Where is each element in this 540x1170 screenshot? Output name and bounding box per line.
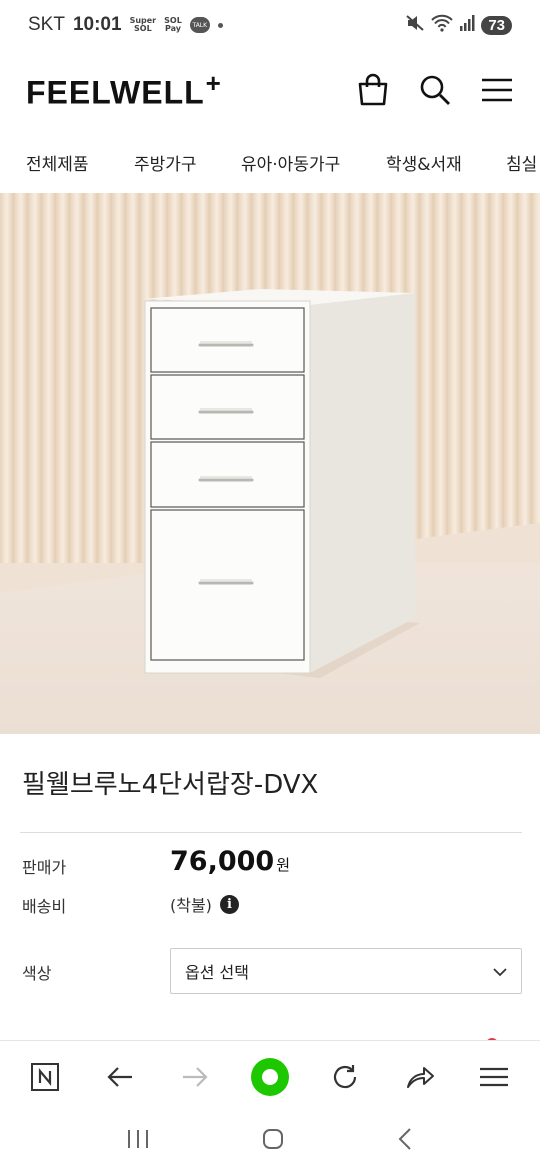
kakaotalk-icon: TALK (189, 17, 210, 33)
status-bar: SKT 10:01 Super SOL SOL Pay TALK 73 (0, 0, 540, 50)
naver-n-icon[interactable] (20, 1052, 70, 1102)
status-left: SKT 10:01 Super SOL SOL Pay TALK (28, 14, 223, 36)
back-icon[interactable] (396, 1127, 414, 1155)
search-icon[interactable] (418, 73, 452, 107)
logo-text: FEELWELL (26, 74, 205, 111)
sol-pay-icon: SOL Pay (164, 16, 182, 33)
share-icon[interactable] (395, 1052, 445, 1102)
menu-icon[interactable] (480, 73, 514, 107)
product-image[interactable] (0, 193, 540, 734)
site-header: FEELWELL+ (0, 60, 540, 120)
category-bedroom[interactable]: 침실 (506, 150, 537, 175)
logo-plus: + (205, 68, 222, 99)
browser-menu-icon[interactable] (469, 1052, 519, 1102)
home-icon[interactable] (261, 1127, 285, 1155)
shipping-value: (착불) (170, 896, 212, 915)
green-home-icon[interactable] (245, 1052, 295, 1102)
refresh-icon[interactable] (320, 1052, 370, 1102)
header-icons (356, 73, 514, 107)
category-kitchen[interactable]: 주방가구 (134, 150, 197, 175)
price-amount: 76,000 (170, 846, 275, 877)
brand-logo[interactable]: FEELWELL+ (26, 68, 222, 112)
back-arrow-icon[interactable] (95, 1052, 145, 1102)
recent-apps-icon[interactable] (126, 1128, 150, 1154)
category-kids[interactable]: 유아·아동가구 (241, 150, 340, 175)
battery-indicator: 73 (481, 15, 512, 35)
product-title: 필웰브루노4단서랍장-DVX (22, 770, 319, 800)
price-value: 76,000 원 (170, 846, 290, 877)
forward-arrow-icon[interactable] (170, 1052, 220, 1102)
super-sol-icon: Super SOL (129, 16, 157, 33)
category-nav: 전체제품 주방가구 유아·아동가구 학생&서재 침실 (0, 140, 540, 184)
category-study[interactable]: 학생&서재 (386, 150, 462, 175)
signal-icon (459, 14, 475, 36)
price-unit: 원 (276, 856, 291, 874)
clock: 10:01 (72, 14, 122, 35)
mute-icon (405, 14, 425, 37)
divider (20, 832, 522, 833)
chevron-down-icon (493, 962, 507, 981)
color-label: 색상 (22, 964, 52, 983)
android-nav-bar (0, 1112, 540, 1170)
browser-toolbar (0, 1040, 540, 1112)
shipping-info: (착불) i (170, 892, 239, 916)
shopping-bag-icon[interactable] (356, 73, 390, 107)
option-placeholder: 옵션 선택 (185, 963, 249, 982)
carrier-label: SKT (28, 14, 65, 35)
more-notifications-dot (217, 22, 223, 28)
price-label: 판매가 (22, 858, 67, 877)
status-right: 73 (405, 14, 512, 37)
info-icon[interactable]: i (219, 894, 239, 914)
shipping-label: 배송비 (22, 897, 67, 916)
wifi-icon (431, 14, 454, 37)
color-option-select[interactable]: 옵션 선택 (170, 948, 522, 994)
category-all[interactable]: 전체제품 (26, 150, 89, 175)
